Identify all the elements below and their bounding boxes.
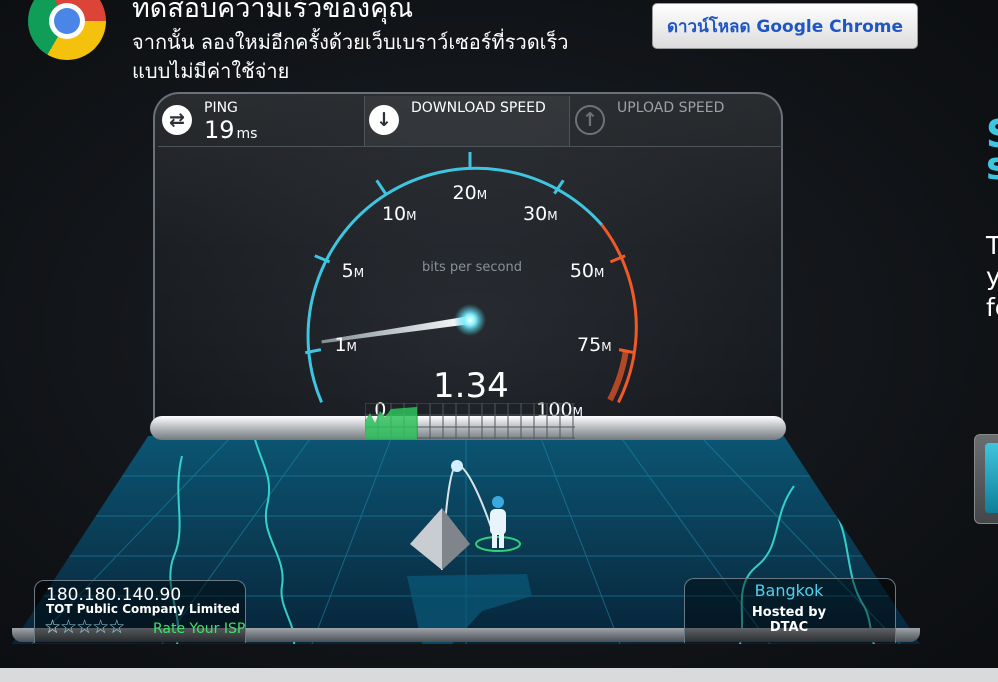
ping-arrows-icon: ⇄: [162, 105, 192, 135]
edge-heading: S s: [986, 115, 998, 188]
rating-star-icon[interactable]: ☆: [108, 616, 125, 638]
gauge-scale-label: 5M: [341, 260, 365, 283]
rating-star-icon[interactable]: ☆: [92, 616, 109, 638]
edge-body-line-2: y: [986, 262, 998, 291]
download-arrow-icon: ↓: [369, 105, 399, 135]
download-stat: ↓ DOWNLOAD SPEED: [364, 96, 570, 146]
gauge-scale-label: 10M: [381, 203, 417, 226]
ping-number: 19: [204, 116, 235, 144]
bottom-strip: [0, 668, 998, 682]
banner-subtitle-line-2: แบบไม่มีค่าใช้จ่าย: [132, 59, 290, 83]
gauge-hub: [454, 304, 486, 336]
client-isp: TOT Public Company Limited: [46, 602, 240, 616]
edge-heading-line-2: s: [986, 144, 998, 188]
upload-stat: ↑ UPLOAD SPEED: [571, 96, 781, 146]
rating-star-icon[interactable]: ☆: [60, 616, 77, 638]
gauge-scale-label: 75M: [577, 333, 612, 356]
chrome-logo-icon: [28, 0, 106, 60]
gauge-scale-label: 20M: [452, 182, 488, 204]
server-pyramid-icon: [410, 508, 442, 570]
banner-subtitle: จากนั้น ลองใหม่อีกครั้งด้วยเว็บเบราว์เซอ…: [132, 28, 612, 86]
download-chrome-button[interactable]: ดาวน์โหลด Google Chrome: [652, 3, 918, 49]
edge-body-line-1: T: [986, 231, 998, 260]
ping-value: 19 ms: [204, 116, 257, 144]
edge-body-line-3: fo: [986, 293, 998, 322]
speed-readout: 1.34: [433, 366, 509, 406]
banner-subtitle-line-1: จากนั้น ลองใหม่อีกครั้งด้วยเว็บเบราว์เซอ…: [132, 30, 569, 54]
ping-stat: ⇄ PING 19 ms: [158, 96, 364, 146]
gauge-tick: [618, 348, 636, 355]
gauge-scale-label: 30M: [523, 203, 558, 226]
rating-star-icon[interactable]: ☆: [76, 616, 93, 638]
banner-title: ทดสอบความเร็วของคุณ: [132, 0, 414, 24]
hosted-by-label: Hosted by: [751, 605, 827, 620]
upload-arrow-icon: ↑: [575, 105, 605, 135]
isp-rating-stars[interactable]: ☆☆☆☆☆: [44, 616, 125, 638]
speed-history-fill: [365, 407, 417, 439]
rate-isp-link[interactable]: Rate Your ISP: [153, 621, 245, 637]
host-name: DTAC: [769, 620, 809, 635]
server-city[interactable]: Bangkok: [684, 581, 894, 600]
edge-button[interactable]: [974, 434, 998, 524]
server-host: Hosted by DTAC: [684, 605, 894, 635]
upload-label: UPLOAD SPEED: [617, 100, 725, 116]
gauge-scale-label: 1M: [334, 333, 357, 356]
bits-per-second-caption: bits per second: [422, 260, 522, 275]
connection-marker: [410, 460, 521, 571]
rating-star-icon[interactable]: ☆: [44, 616, 61, 638]
arc-endpoint-icon: [451, 460, 463, 472]
ping-unit: ms: [236, 126, 258, 142]
speed-history-graph: [365, 403, 575, 439]
user-person-icon: [490, 496, 506, 548]
speedtest-page: ทดสอบความเร็วของคุณ จากนั้น ลองใหม่อีกคร…: [0, 0, 998, 682]
gauge-scale-label: 50M: [569, 260, 605, 283]
edge-body: T y fo: [986, 230, 998, 323]
download-label: DOWNLOAD SPEED: [411, 100, 546, 116]
stats-bar: ⇄ PING 19 ms ↓ DOWNLOAD SPEED ↑ UPLOAD SP…: [158, 96, 782, 147]
gauge-tick: [375, 179, 387, 195]
ping-label: PING: [204, 100, 238, 116]
